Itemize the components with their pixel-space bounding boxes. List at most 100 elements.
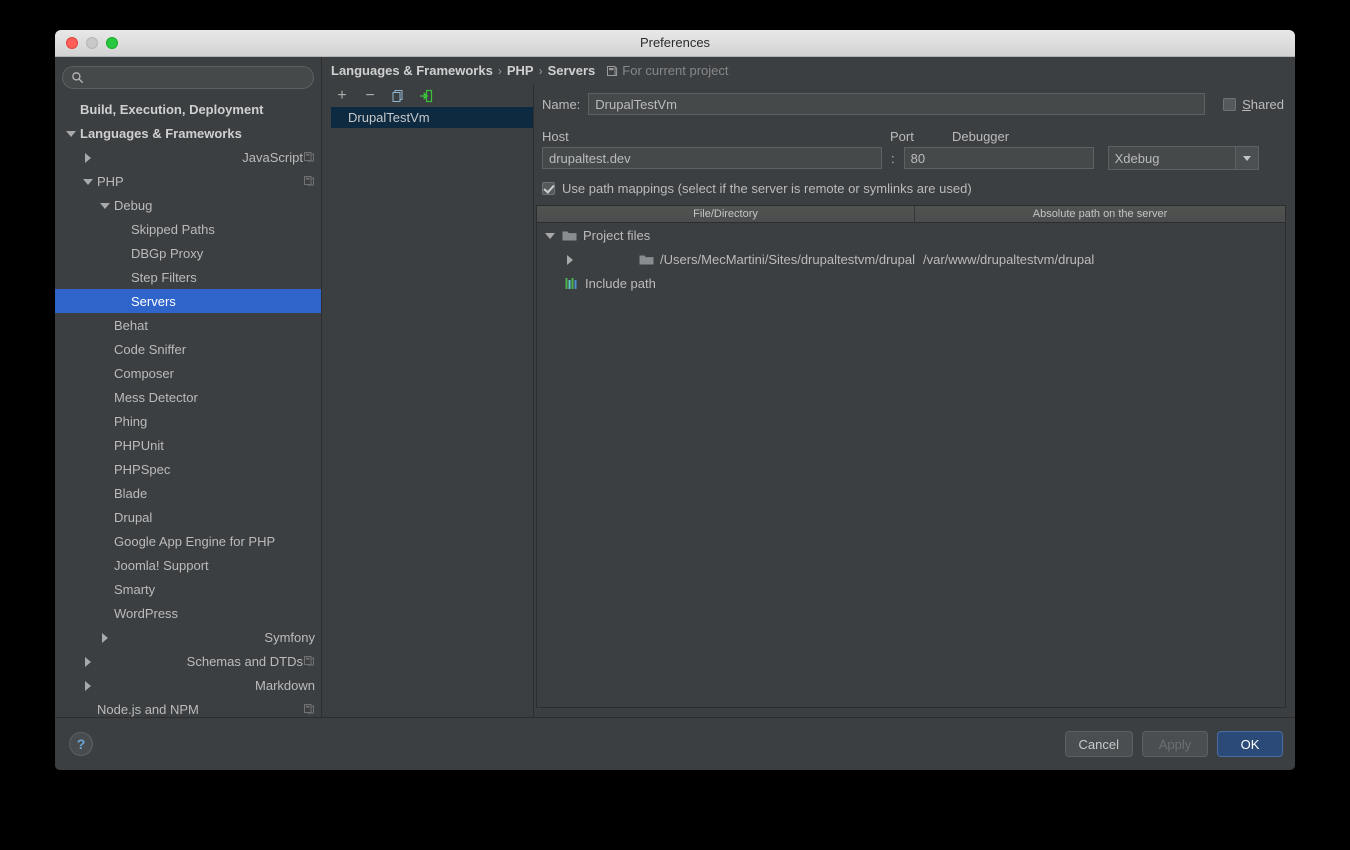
debugger-label: Debugger — [952, 129, 1010, 144]
sidebar-item-label: Mess Detector — [114, 389, 198, 405]
table-row[interactable]: Project files — [537, 223, 1285, 247]
project-scope-icon — [304, 152, 314, 162]
sidebar-item-joomla-support[interactable]: Joomla! Support — [55, 553, 321, 577]
sidebar-item-phpunit[interactable]: PHPUnit — [55, 433, 321, 457]
column-header-absolute-path[interactable]: Absolute path on the server — [915, 206, 1285, 222]
sidebar-item-schemas-and-dtds[interactable]: Schemas and DTDs — [55, 649, 321, 673]
sidebar-item-drupal[interactable]: Drupal — [55, 505, 321, 529]
debugger-select[interactable]: Xdebug — [1107, 146, 1259, 170]
window-title: Preferences — [639, 35, 711, 50]
sidebar-item-servers[interactable]: Servers — [55, 289, 321, 313]
chevron-down-icon[interactable] — [64, 127, 77, 140]
chevron-right-icon[interactable] — [81, 678, 253, 692]
shared-label: Shared — [1242, 97, 1284, 112]
sidebar-item-build-execution-deployment[interactable]: Build, Execution, Deployment — [55, 97, 321, 121]
sidebar-item-label: Skipped Paths — [131, 221, 215, 237]
shared-checkbox-row[interactable]: Shared — [1223, 97, 1284, 112]
project-scope-icon — [607, 65, 618, 76]
chevron-down-icon[interactable] — [1234, 146, 1259, 170]
sidebar-item-composer[interactable]: Composer — [55, 361, 321, 385]
breadcrumb-item-languages[interactable]: Languages & Frameworks — [331, 63, 493, 78]
chevron-down-icon[interactable] — [543, 229, 556, 242]
sidebar-item-label: PHP — [97, 173, 124, 189]
sidebar-item-label: Phing — [114, 413, 148, 429]
host-port-colon: : — [891, 150, 895, 166]
cell-file-directory-text: /Users/MecMartini/Sites/drupaltestvm/dru… — [659, 251, 915, 267]
sidebar-item-label: Debug — [114, 197, 153, 213]
sidebar-item-mess-detector[interactable]: Mess Detector — [55, 385, 321, 409]
sidebar-item-code-sniffer[interactable]: Code Sniffer — [55, 337, 321, 361]
cell-file-directory-text: Project files — [583, 227, 651, 243]
chevron-right-icon[interactable] — [98, 630, 262, 644]
chevron-right-icon[interactable] — [81, 150, 240, 164]
sidebar-item-php[interactable]: PHP — [55, 169, 321, 193]
server-detail: Name: Shared Host Port Debugger — [534, 84, 1286, 717]
table-row[interactable]: Include path — [537, 271, 1285, 295]
cancel-button[interactable]: Cancel — [1064, 731, 1133, 757]
sidebar-item-phpspec[interactable]: PHPSpec — [55, 457, 321, 481]
column-header-file-directory[interactable]: File/Directory — [537, 206, 915, 222]
path-mappings-checkbox-row[interactable]: Use path mappings (select if the server … — [534, 170, 1286, 196]
sidebar-item-symfony[interactable]: Symfony — [55, 625, 321, 649]
server-list-toolbar: + − — [331, 84, 533, 107]
remove-server-button[interactable]: − — [362, 87, 378, 104]
breadcrumb-item-php[interactable]: PHP — [507, 63, 534, 78]
table-header: File/Directory Absolute path on the serv… — [537, 206, 1285, 223]
field-inputs-row: : Xdebug — [534, 146, 1286, 170]
search-input[interactable] — [89, 68, 305, 87]
breadcrumb-item-servers[interactable]: Servers — [548, 63, 596, 78]
table-body: Project files/Users/MecMartini/Sites/dru… — [537, 223, 1285, 707]
chevron-right-icon[interactable] — [563, 252, 633, 266]
sidebar-item-node-js-and-npm[interactable]: Node.js and NPM — [55, 697, 321, 717]
sidebar-item-label: Behat — [114, 317, 148, 333]
sidebar-item-behat[interactable]: Behat — [55, 313, 321, 337]
sidebar-item-phing[interactable]: Phing — [55, 409, 321, 433]
chevron-down-icon[interactable] — [81, 175, 94, 188]
list-item[interactable]: DrupalTestVm — [331, 107, 533, 128]
name-input[interactable] — [588, 93, 1206, 115]
sidebar-item-dbgp-proxy[interactable]: DBGp Proxy — [55, 241, 321, 265]
sidebar-item-step-filters[interactable]: Step Filters — [55, 265, 321, 289]
chevron-right-icon[interactable] — [81, 654, 184, 668]
copy-server-button[interactable] — [390, 88, 406, 104]
sidebar-item-debug[interactable]: Debug — [55, 193, 321, 217]
sidebar-item-label: Smarty — [114, 581, 156, 597]
cell-file-directory: Project files — [537, 228, 915, 243]
ok-button[interactable]: OK — [1217, 731, 1283, 757]
sidebar-item-google-app-engine-for-php[interactable]: Google App Engine for PHP — [55, 529, 321, 553]
table-row[interactable]: /Users/MecMartini/Sites/drupaltestvm/dru… — [537, 247, 1285, 271]
add-server-button[interactable]: + — [334, 87, 350, 104]
import-server-button[interactable] — [418, 88, 434, 104]
sidebar-item-markdown[interactable]: Markdown — [55, 673, 321, 697]
path-mappings-label: Use path mappings (select if the server … — [562, 181, 972, 196]
sidebar-item-smarty[interactable]: Smarty — [55, 577, 321, 601]
sidebar-item-wordpress[interactable]: WordPress — [55, 601, 321, 625]
help-button[interactable]: ? — [69, 732, 93, 756]
sidebar-item-label: Schemas and DTDs — [186, 653, 303, 669]
project-scope-icon — [304, 656, 314, 666]
search-box[interactable] — [62, 66, 314, 89]
sidebar-item-languages-frameworks[interactable]: Languages & Frameworks — [55, 121, 321, 145]
path-mappings-checkbox[interactable] — [542, 182, 555, 195]
port-input[interactable] — [903, 147, 1094, 169]
server-list[interactable]: DrupalTestVm — [331, 107, 533, 717]
shared-checkbox[interactable] — [1223, 97, 1237, 111]
apply-button[interactable]: Apply — [1142, 731, 1208, 757]
sidebar-item-blade[interactable]: Blade — [55, 481, 321, 505]
sidebar-item-label: PHPSpec — [114, 461, 171, 477]
port-label: Port — [890, 129, 914, 144]
sidebar-item-skipped-paths[interactable]: Skipped Paths — [55, 217, 321, 241]
sidebar-item-javascript[interactable]: JavaScript — [55, 145, 321, 169]
chevron-down-icon[interactable] — [98, 199, 111, 212]
host-input[interactable] — [542, 147, 882, 169]
sidebar-item-label: Drupal — [114, 509, 153, 525]
